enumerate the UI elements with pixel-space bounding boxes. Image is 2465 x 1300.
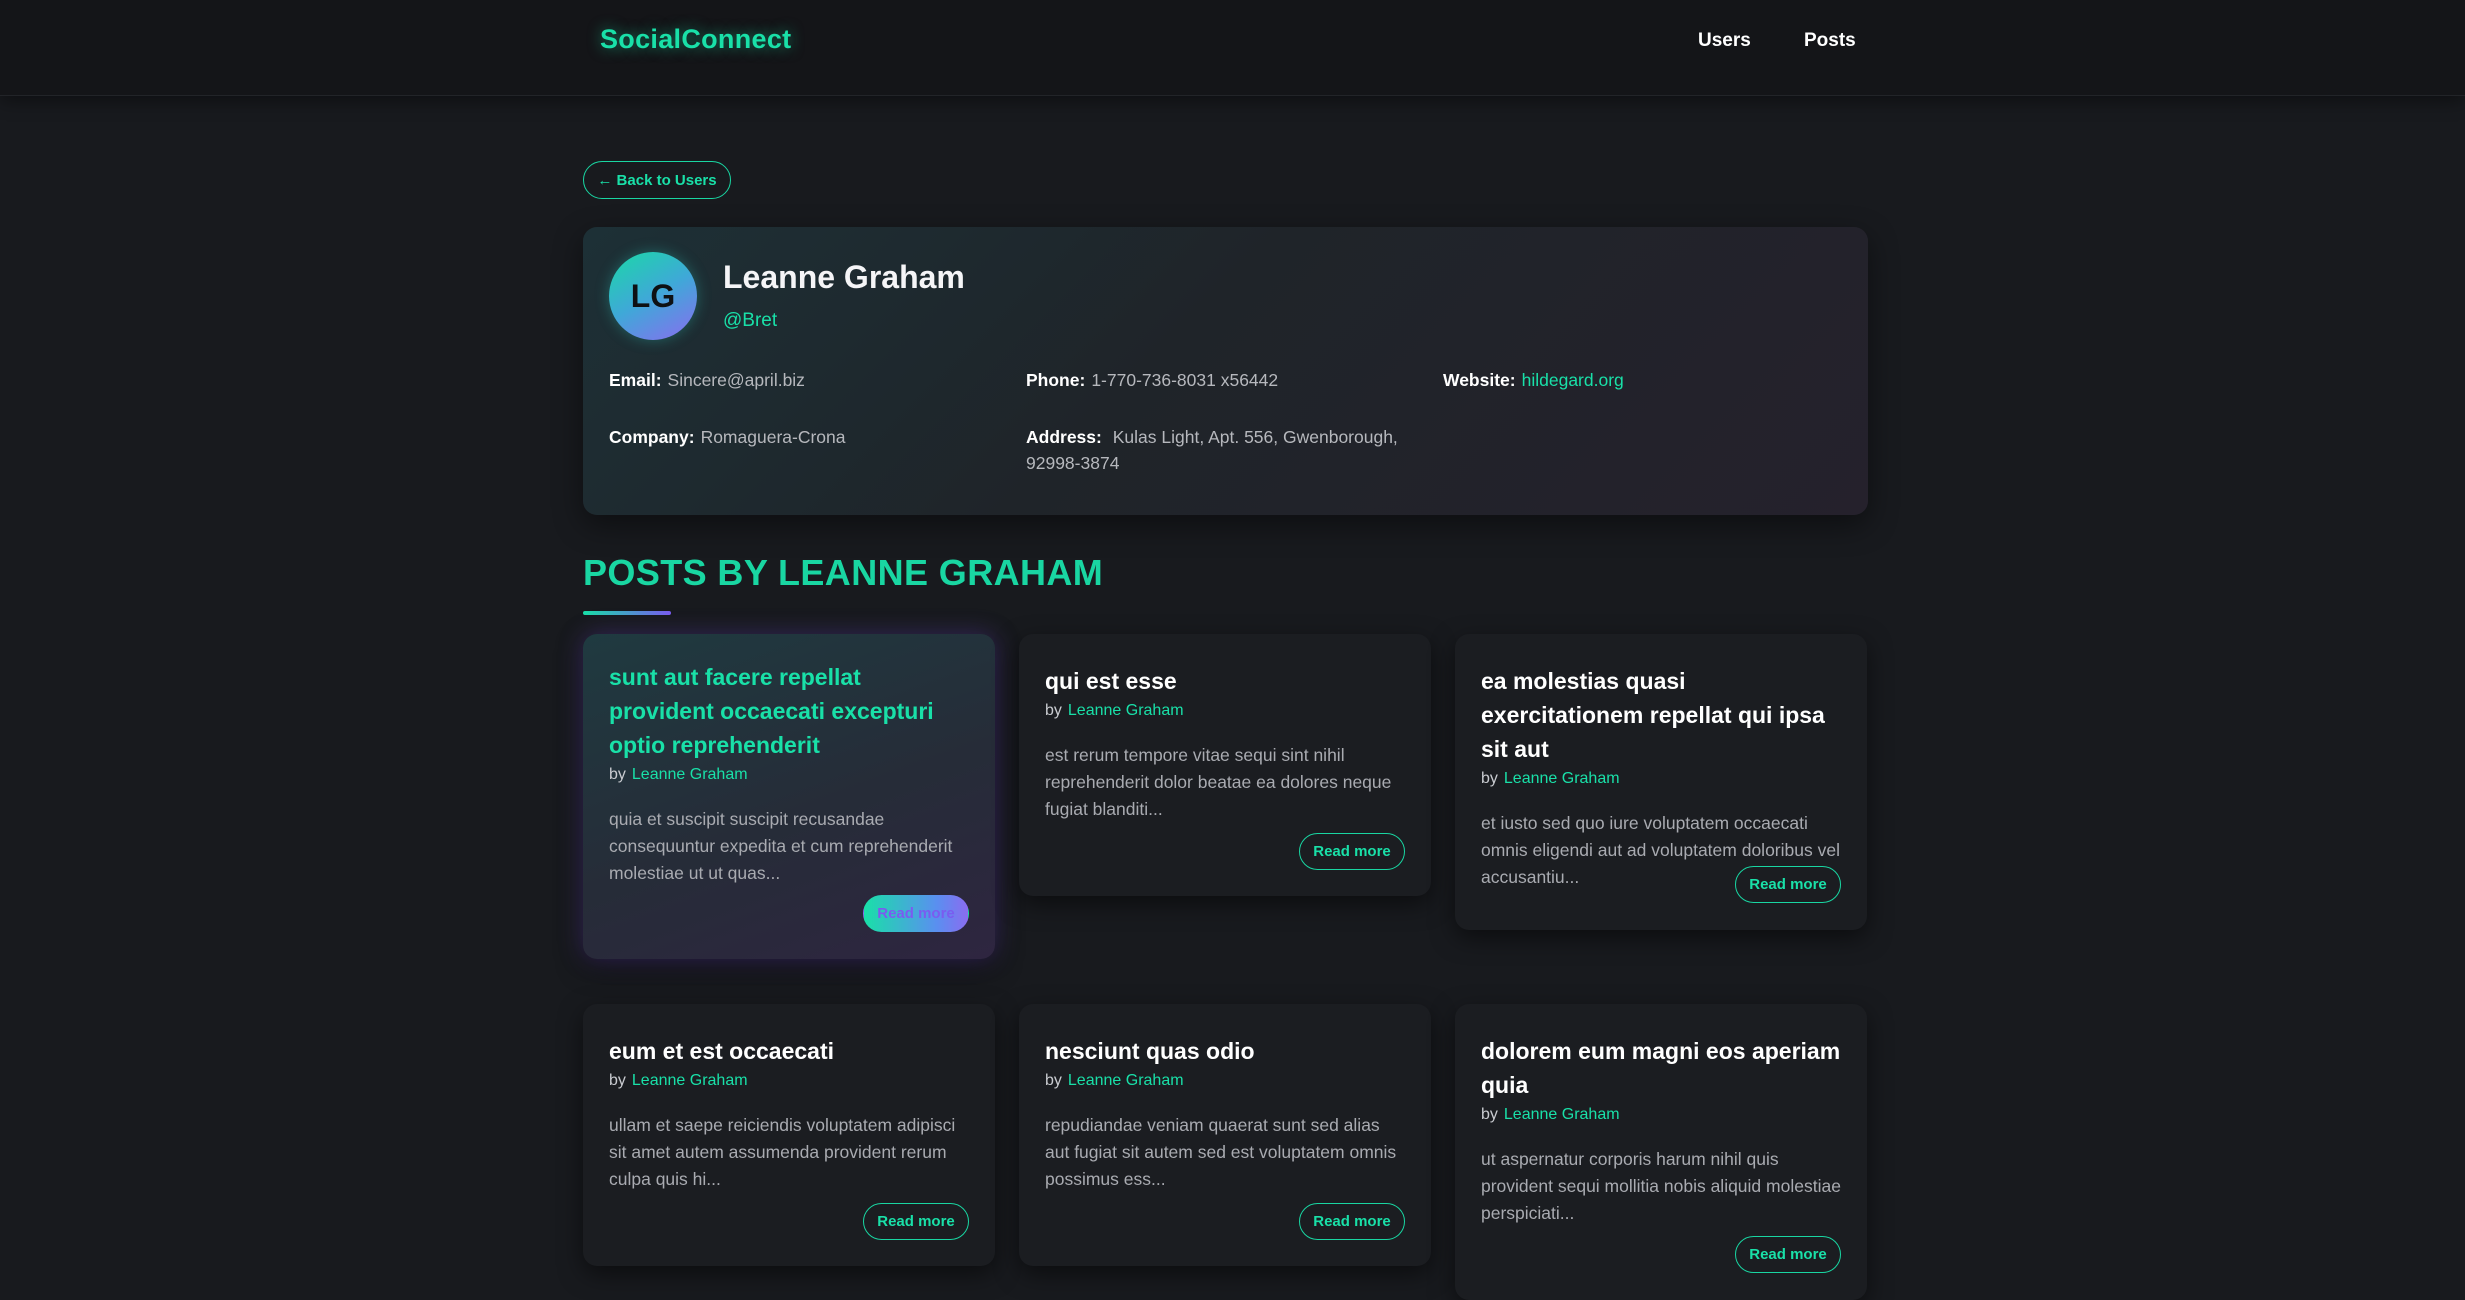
top-navbar: SocialConnect Users Posts — [0, 0, 2465, 96]
read-more-button[interactable]: Read more — [863, 1203, 969, 1240]
info-email: Email: Sincere@april.biz — [609, 367, 805, 393]
nav-link-posts[interactable]: Posts — [1804, 30, 1856, 52]
post-excerpt: ullam et saepe reiciendis voluptatem adi… — [609, 1115, 956, 1189]
post-author-link[interactable]: Leanne Graham — [632, 766, 748, 783]
read-more-button[interactable]: Read more — [1735, 866, 1841, 903]
post-card[interactable]: qui est esse by Leanne Graham est rerum t… — [1019, 634, 1431, 896]
user-profile-card: LG Leanne Graham @Bret Email: Sincere@apr… — [583, 227, 1868, 515]
post-title[interactable]: dolorem eum magni eos aperiam quia — [1481, 1034, 1841, 1102]
post-byline: by Leanne Graham — [1481, 770, 1841, 788]
brand-logo[interactable]: SocialConnect — [600, 24, 791, 55]
post-author-link[interactable]: Leanne Graham — [1068, 1072, 1184, 1089]
by-label: by — [1045, 1072, 1062, 1089]
read-more-button[interactable]: Read more — [863, 895, 969, 932]
company-value: Romaguera-Crona — [700, 427, 846, 447]
back-to-users-button[interactable]: ← Back to Users — [583, 161, 731, 199]
profile-username: @Bret — [723, 310, 778, 331]
post-title[interactable]: qui est esse — [1045, 664, 1405, 698]
post-title[interactable]: nesciunt quas odio — [1045, 1034, 1405, 1068]
post-byline: by Leanne Graham — [1045, 702, 1405, 720]
read-more-button[interactable]: Read more — [1735, 1236, 1841, 1273]
post-excerpt: repudiandae veniam quaerat sunt sed alia… — [1045, 1115, 1397, 1189]
by-label: by — [1045, 702, 1062, 719]
by-label: by — [609, 1072, 626, 1089]
avatar: LG — [609, 252, 697, 340]
post-card[interactable]: eum et est occaecati by Leanne Graham ull… — [583, 1004, 995, 1266]
post-author-link[interactable]: Leanne Graham — [1068, 702, 1184, 719]
email-value: Sincere@april.biz — [667, 370, 805, 390]
post-byline: by Leanne Graham — [1481, 1106, 1841, 1124]
post-title[interactable]: ea molestias quasi exercitationem repell… — [1481, 664, 1841, 766]
post-card[interactable]: sunt aut facere repellat provident occae… — [583, 634, 995, 959]
read-more-button[interactable]: Read more — [1299, 833, 1405, 870]
website-link[interactable]: hildegard.org — [1522, 370, 1624, 390]
website-label: Website: — [1443, 370, 1516, 390]
post-title[interactable]: eum et est occaecati — [609, 1034, 969, 1068]
company-label: Company: — [609, 427, 695, 447]
post-byline: by Leanne Graham — [609, 1072, 969, 1090]
by-label: by — [609, 766, 626, 783]
post-byline: by Leanne Graham — [609, 766, 969, 784]
post-card[interactable]: nesciunt quas odio by Leanne Graham repud… — [1019, 1004, 1431, 1266]
post-excerpt: quia et suscipit suscipit recusandae con… — [609, 809, 953, 883]
info-website: Website: hildegard.org — [1443, 367, 1624, 393]
info-company: Company: Romaguera-Crona — [609, 424, 846, 450]
post-excerpt: ut aspernatur corporis harum nihil quis … — [1481, 1149, 1841, 1223]
post-title[interactable]: sunt aut facere repellat provident occae… — [609, 660, 969, 762]
post-excerpt: est rerum tempore vitae sequi sint nihil… — [1045, 745, 1392, 819]
info-address: Address: Kulas Light, Apt. 556, Gwenboro… — [1026, 424, 1426, 476]
posts-section-title: POSTS BY LEANNE GRAHAM — [583, 552, 1104, 593]
section-title-underline — [583, 611, 671, 615]
profile-name: Leanne Graham — [723, 259, 965, 295]
by-label: by — [1481, 1106, 1498, 1123]
post-author-link[interactable]: Leanne Graham — [1504, 770, 1620, 787]
email-label: Email: — [609, 370, 662, 390]
address-label: Address: — [1026, 427, 1102, 447]
phone-label: Phone: — [1026, 370, 1086, 390]
nav-link-users[interactable]: Users — [1698, 30, 1751, 52]
post-author-link[interactable]: Leanne Graham — [1504, 1106, 1620, 1123]
read-more-button[interactable]: Read more — [1299, 1203, 1405, 1240]
post-author-link[interactable]: Leanne Graham — [632, 1072, 748, 1089]
post-card[interactable]: ea molestias quasi exercitationem repell… — [1455, 634, 1867, 930]
post-byline: by Leanne Graham — [1045, 1072, 1405, 1090]
phone-value: 1-770-736-8031 x56442 — [1091, 370, 1279, 390]
by-label: by — [1481, 770, 1498, 787]
post-card[interactable]: dolorem eum magni eos aperiam quia by Lea… — [1455, 1004, 1867, 1300]
info-phone: Phone: 1-770-736-8031 x56442 — [1026, 367, 1278, 393]
